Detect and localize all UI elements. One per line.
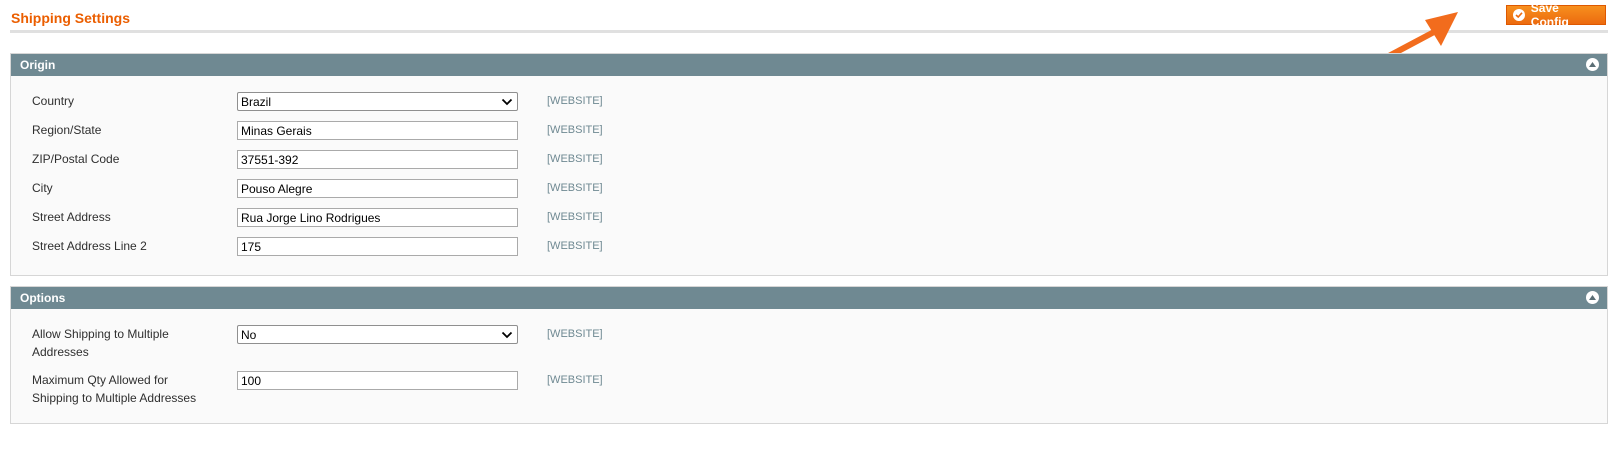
save-config-label: Save Config <box>1530 1 1569 29</box>
origin-section: Origin Country Brazil [WEBSITE] Region/S… <box>10 53 1608 276</box>
zip-label: ZIP/Postal Code <box>32 152 120 166</box>
street-line2-input[interactable]: 175 <box>237 237 518 256</box>
scope-label: [WEBSITE] <box>547 240 603 252</box>
scope-label: [WEBSITE] <box>547 124 603 136</box>
street-label: Street Address <box>32 210 111 224</box>
origin-section-header[interactable]: Origin <box>11 54 1607 76</box>
city-label: City <box>32 181 53 195</box>
scope-label: [WEBSITE] <box>547 211 603 223</box>
region-input[interactable]: Minas Gerais <box>237 121 518 140</box>
country-value: Brazil <box>241 94 272 109</box>
street-input[interactable]: Rua Jorge Lino Rodrigues <box>237 208 518 227</box>
region-label: Region/State <box>32 123 102 137</box>
scope-label: [WEBSITE] <box>547 374 603 386</box>
multiple-addresses-label-line2: Addresses <box>32 345 89 359</box>
page-title: Shipping Settings <box>11 10 130 26</box>
scope-label: [WEBSITE] <box>547 153 603 165</box>
chevron-up-circle-icon[interactable] <box>1586 291 1599 304</box>
max-qty-label-line2: Shipping to Multiple Addresses <box>32 391 197 405</box>
max-qty-label: Maximum Qty Allowed for Shipping to Mult… <box>32 371 212 407</box>
multiple-addresses-label: Allow Shipping to Multiple Addresses <box>32 325 212 361</box>
street-line2-label: Street Address Line 2 <box>32 239 147 253</box>
page: Shipping Settings Save Config Origin Cou… <box>0 0 1616 450</box>
save-config-button[interactable]: Save Config <box>1506 1 1606 29</box>
city-input[interactable]: Pouso Alegre <box>237 179 518 198</box>
chevron-up-circle-icon[interactable] <box>1586 58 1599 71</box>
scope-label: [WEBSITE] <box>547 95 603 107</box>
check-circle-icon <box>1513 9 1525 21</box>
multiple-addresses-select[interactable]: No <box>237 325 518 344</box>
country-select[interactable]: Brazil <box>237 92 518 111</box>
options-section: Options Allow Shipping to Multiple Addre… <box>10 286 1608 424</box>
origin-section-title: Origin <box>20 58 56 72</box>
multiple-addresses-label-line1: Allow Shipping to Multiple <box>32 327 169 341</box>
max-qty-input[interactable]: 100 <box>237 371 518 390</box>
scope-label: [WEBSITE] <box>547 328 603 340</box>
scope-label: [WEBSITE] <box>547 182 603 194</box>
multiple-addresses-value: No <box>241 327 257 342</box>
chevron-down-icon <box>500 328 514 342</box>
chevron-down-icon <box>500 95 514 109</box>
options-section-header[interactable]: Options <box>11 287 1607 309</box>
country-label: Country <box>32 94 75 108</box>
zip-input[interactable]: 37551-392 <box>237 150 518 169</box>
max-qty-label-line1: Maximum Qty Allowed for <box>32 373 169 387</box>
options-section-title: Options <box>20 291 66 305</box>
title-divider <box>10 30 1608 33</box>
